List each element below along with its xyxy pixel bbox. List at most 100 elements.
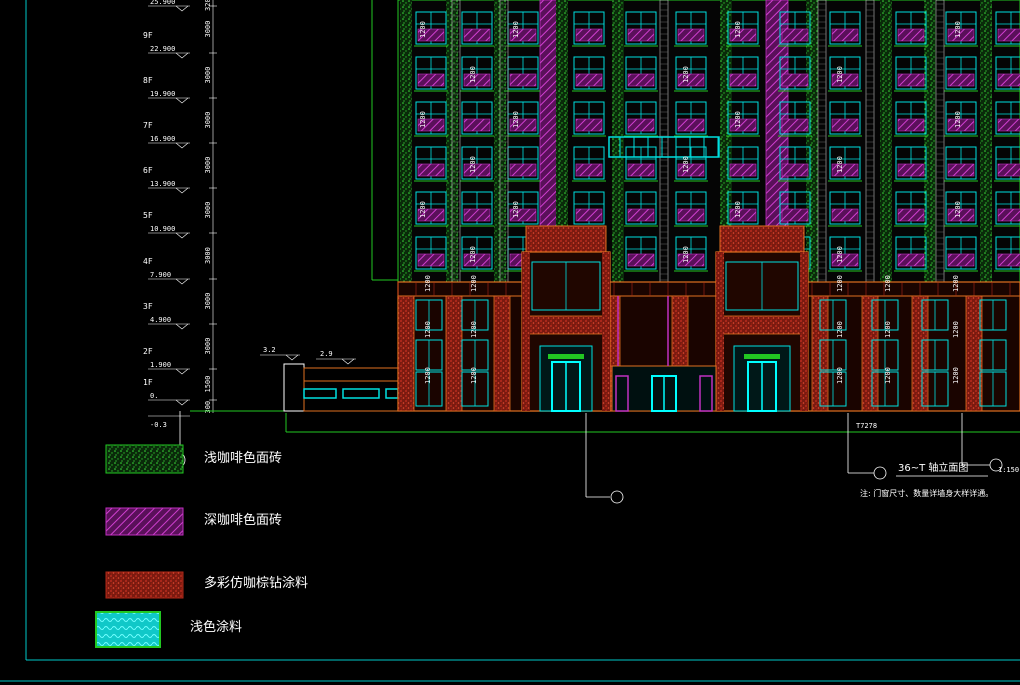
- drawing-note: 注: 门窗尺寸、数量详墙身大样详通。: [860, 488, 993, 498]
- window-spandrel: [509, 163, 537, 177]
- window-spandrel: [627, 163, 655, 177]
- green-strip-0: [400, 0, 412, 282]
- pavilion-crown-0: [525, 225, 607, 253]
- tag-value-4-4: 1200: [734, 201, 742, 218]
- axis-callout-label: T7278: [856, 422, 877, 430]
- main-facade: 1200 1200 1200 1200 1200 1200 1200 1200 1200 1200…: [397, 0, 1020, 412]
- level-name-2: 8F: [143, 76, 153, 85]
- detail-callout-circle[interactable]: [610, 490, 624, 504]
- elevation-drawing: 25.900 9F 22.900 8F 19.900 7F 16.900 6F 13.900 5F…: [0, 0, 1020, 682]
- tag-value-6-4: 1200: [954, 201, 962, 218]
- legend-label-4: 浅色涂料: [190, 619, 242, 635]
- cad-viewport[interactable]: 25.900 9F 22.900 8F 19.900 7F 16.900 6F 13.900 5F…: [0, 0, 1020, 685]
- tag-value-3-1: 1200: [682, 66, 690, 83]
- green-strip-9: [980, 0, 992, 282]
- window-spandrel: [781, 208, 809, 222]
- dim-value-5: 3000: [204, 202, 212, 219]
- swatch-dark-coffee-tile: [105, 507, 184, 536]
- window-spandrel: [575, 208, 603, 222]
- legend-label-3: 多彩仿咖棕钻涂料: [204, 575, 308, 591]
- green-strip-6: [806, 0, 818, 282]
- dim-value-1: 3000: [204, 21, 212, 38]
- window-spandrel: [781, 73, 809, 87]
- tag-value-0-0: 1200: [419, 21, 427, 38]
- tag-value-0-2: 1200: [419, 111, 427, 128]
- tag-value-6-2: 1200: [954, 111, 962, 128]
- podium-tag-2-2: 1200: [836, 367, 844, 384]
- window-spandrel: [417, 253, 445, 267]
- tag-value-5-3: 1200: [836, 156, 844, 173]
- elevation-title: 36~T 轴立面图: [898, 461, 968, 474]
- low-annex-building: [283, 363, 401, 412]
- legend-label-1: 浅咖啡色面砖: [204, 450, 282, 466]
- window-spandrel: [463, 28, 491, 42]
- window-spandrel: [897, 118, 925, 132]
- podium-tag-2-0: 1200: [836, 275, 844, 292]
- green-strip-4: [612, 0, 624, 282]
- detail-callout-circle-2[interactable]: [873, 466, 887, 480]
- level-name-5: 5F: [143, 211, 153, 220]
- pavilion-pier-l-0: [522, 252, 530, 411]
- window-spandrel: [627, 73, 655, 87]
- window-spandrel: [627, 208, 655, 222]
- podium-tag-4-2: 1200: [952, 367, 960, 384]
- window-spandrel: [997, 28, 1020, 42]
- tag-value-2-4: 1200: [512, 201, 520, 218]
- green-strip-7: [880, 0, 892, 282]
- level-tick-5: [175, 232, 189, 239]
- window-spandrel: [575, 118, 603, 132]
- level-tick-4: [175, 187, 189, 194]
- level-name-6: 4F: [143, 257, 153, 266]
- level-name-1: 9F: [143, 31, 153, 40]
- window-spandrel: [575, 163, 603, 177]
- dim-value-0: 3200: [204, 0, 212, 11]
- brick-pier-1: [445, 295, 463, 412]
- window-spandrel: [947, 163, 975, 177]
- swatch-multicolor-coating: [105, 571, 184, 599]
- entrance-canopy-0: [548, 354, 584, 359]
- window-spandrel: [463, 73, 491, 87]
- tag-value-2-0: 1200: [512, 21, 520, 38]
- entrance-canopy-1: [744, 354, 780, 359]
- tag-value-3-3: 1200: [682, 156, 690, 173]
- pavilion-pier-r-0: [602, 252, 610, 411]
- window-spandrel: [781, 118, 809, 132]
- brick-pier-6: [861, 295, 879, 412]
- level-elev-5: 10.900: [150, 225, 175, 233]
- podium-tag-3-0: 1200: [884, 275, 892, 292]
- window-spandrel: [997, 163, 1020, 177]
- level-name-4: 6F: [143, 166, 153, 175]
- level-tick-9: [175, 399, 189, 406]
- pavilion-balcony-0: [525, 315, 607, 335]
- level-elev-0: 25.900: [150, 0, 175, 6]
- ground-elev-label: -0.3: [150, 421, 167, 429]
- window-spandrel: [417, 73, 445, 87]
- window-spandrel: [897, 73, 925, 87]
- window-spandrel: [781, 163, 809, 177]
- window-spandrel: [831, 118, 859, 132]
- level-tick-8: [175, 368, 189, 375]
- window-spandrel: [627, 28, 655, 42]
- legend-label-2: 深咖啡色面砖: [204, 512, 282, 528]
- tag-value-5-1: 1200: [836, 66, 844, 83]
- level-tick-6: [175, 278, 189, 285]
- tag-value-1-5: 1200: [469, 246, 477, 263]
- low-roof-marks: 3.2 2.9: [260, 346, 356, 365]
- dim-value-6: 3000: [204, 247, 212, 264]
- tag-value-1-3: 1200: [469, 156, 477, 173]
- tag-value-4-0: 1200: [734, 21, 742, 38]
- level-tick-2: [175, 97, 189, 104]
- level-elev-4: 13.900: [150, 180, 175, 188]
- pavilion-crown-1: [719, 225, 805, 253]
- window-spandrel: [897, 208, 925, 222]
- level-tick-0: [175, 5, 189, 12]
- podium-tag-4-0: 1200: [952, 275, 960, 292]
- window-spandrel: [997, 118, 1020, 132]
- window-spandrel: [947, 253, 975, 267]
- brick-pier-2: [493, 295, 511, 412]
- swatch-light-coating: [95, 611, 161, 648]
- pavilion-balcony-1: [719, 315, 805, 335]
- tag-value-6-0: 1200: [954, 21, 962, 38]
- window-spandrel: [897, 253, 925, 267]
- window-spandrel: [947, 73, 975, 87]
